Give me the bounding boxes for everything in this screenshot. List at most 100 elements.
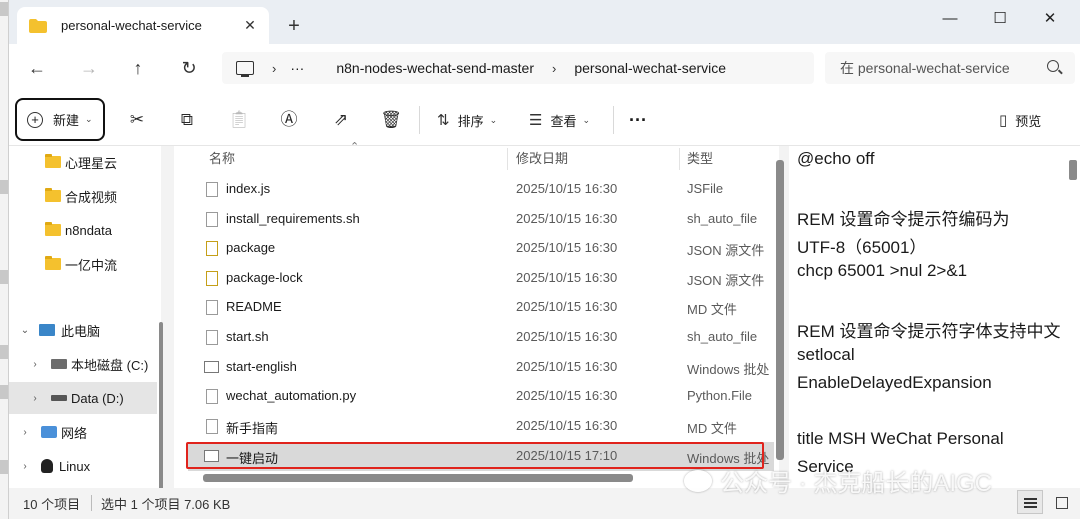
text-file-icon <box>206 419 218 434</box>
file-row[interactable]: package 2025/10/15 16:30 JSON 源文件 <box>188 234 774 263</box>
plus-icon: + <box>27 111 43 128</box>
tab-title: personal-wechat-service <box>61 18 202 33</box>
chevron-right-icon: › <box>272 60 277 76</box>
delete-icon[interactable]: 🗑︎ <box>379 108 403 132</box>
file-row[interactable]: index.js 2025/10/15 16:30 JSFile <box>188 175 774 204</box>
file-list-horizontal-scrollbar[interactable] <box>203 474 633 482</box>
file-type: sh_auto_file <box>687 329 758 344</box>
file-row[interactable]: 新手指南 2025/10/15 16:30 MD 文件 <box>188 412 774 441</box>
network-icon <box>41 426 57 438</box>
file-date: 2025/10/15 16:30 <box>516 329 618 344</box>
preview-line: UTF-8（65001） <box>797 238 927 257</box>
file-icon <box>206 212 218 227</box>
sidebar-item-folder[interactable]: 心理星云 <box>9 146 157 178</box>
drive-icon <box>51 395 67 401</box>
file-row[interactable]: wechat_automation.py 2025/10/15 16:30 Py… <box>188 382 774 411</box>
chevron-right-icon[interactable]: › <box>19 427 31 438</box>
preview-scrollbar[interactable] <box>1069 160 1077 180</box>
search-placeholder: 在 personal-wechat-service <box>840 60 1010 76</box>
folder-icon <box>45 256 61 270</box>
selection-info: 选中 1 个项目 7.06 KB <box>101 497 231 512</box>
breadcrumb-item[interactable]: n8n-nodes-wechat-send-master <box>336 60 534 76</box>
more-options-button[interactable]: ··· <box>629 109 647 131</box>
preview-label: 预览 <box>1015 113 1042 129</box>
file-row[interactable]: install_requirements.sh 2025/10/15 16:30… <box>188 205 774 234</box>
folder-icon <box>45 222 61 236</box>
column-divider[interactable] <box>679 148 680 170</box>
chevron-down-icon[interactable]: ⌄ <box>19 325 31 336</box>
file-row[interactable]: start.sh 2025/10/15 16:30 sh_auto_file <box>188 323 774 352</box>
file-date: 2025/10/15 16:30 <box>516 240 618 255</box>
file-list: 名称 ⌃ 修改日期 类型 index.js 2025/10/15 16:30 J… <box>174 141 779 488</box>
chevron-right-icon[interactable]: › <box>29 359 41 370</box>
breadcrumb-item[interactable]: personal-wechat-service <box>574 60 726 76</box>
column-divider[interactable] <box>507 148 508 170</box>
search-icon[interactable] <box>1047 60 1059 72</box>
view-icon: ☰ <box>529 112 543 129</box>
file-row[interactable]: start-english 2025/10/15 16:30 Windows 批… <box>188 353 774 382</box>
file-type: JSON 源文件 <box>687 243 765 258</box>
chevron-right-icon[interactable]: › <box>29 393 41 404</box>
file-icon <box>206 182 218 197</box>
column-header-type[interactable]: 类型 <box>687 146 713 172</box>
sidebar-item-folder[interactable]: 合成视频 <box>9 180 157 212</box>
sidebar-item-label: n8ndata <box>65 222 112 238</box>
file-type: MD 文件 <box>687 421 737 436</box>
folder-icon <box>45 154 61 168</box>
sidebar-item-this-pc[interactable]: ⌄ 此电脑 <box>9 314 157 346</box>
back-button[interactable]: ← <box>23 56 51 80</box>
json-icon <box>206 241 218 256</box>
highlight-annotation-box <box>186 442 764 469</box>
new-button[interactable]: + 新建 ⌄ <box>15 98 105 141</box>
command-bar: + 新建 ⌄ ✂ ⧉ 📋︎ Ⓐ ⇗ 🗑︎ ⇅ 排序 ⌄ ☰ 查看 ⌄ ··· ▯… <box>9 92 1080 146</box>
sidebar-scrollbar[interactable] <box>159 322 163 492</box>
forward-button[interactable]: → <box>75 56 103 80</box>
sort-button[interactable]: ⇅ 排序 ⌄ <box>437 109 497 131</box>
copy-icon[interactable]: ⧉ <box>175 108 199 132</box>
tab-personal-wechat-service[interactable]: personal-wechat-service ✕ <box>17 7 269 44</box>
sidebar-item-drive-c[interactable]: › 本地磁盘 (C:) <box>9 348 157 380</box>
close-window-button[interactable]: ✕ <box>1027 4 1073 34</box>
refresh-button[interactable]: ↻ <box>175 56 203 80</box>
file-name: start.sh <box>226 329 269 344</box>
file-row[interactable]: package-lock 2025/10/15 16:30 JSON 源文件 <box>188 264 774 293</box>
preview-pane-icon: ▯ <box>999 112 1008 129</box>
column-header-name[interactable]: 名称 <box>209 146 235 172</box>
file-type: JSFile <box>687 181 724 196</box>
sidebar-item-linux[interactable]: › Linux <box>9 450 157 482</box>
view-button[interactable]: ☰ 查看 ⌄ <box>529 109 590 131</box>
tab-close-icon[interactable]: ✕ <box>241 16 259 34</box>
cut-icon[interactable]: ✂ <box>125 108 149 132</box>
chevron-right-icon[interactable]: › <box>19 461 31 472</box>
paste-icon[interactable]: 📋︎ <box>227 108 251 132</box>
file-icon <box>206 389 218 404</box>
minimize-button[interactable]: — <box>927 4 973 34</box>
preview-pane-button[interactable]: ▯ 预览 <box>999 109 1041 131</box>
sidebar-item-folder[interactable]: n8ndata <box>9 214 157 246</box>
new-tab-button[interactable]: + <box>281 13 307 39</box>
details-view-button[interactable] <box>1017 490 1043 514</box>
search-input[interactable]: 在 personal-wechat-service <box>825 52 1075 84</box>
left-edge-artifact <box>0 460 8 474</box>
file-name: package-lock <box>226 270 303 285</box>
file-list-scrollbar[interactable] <box>776 160 784 460</box>
sidebar-item-folder[interactable]: 一亿中流 <box>9 248 157 280</box>
sidebar-item-drive-d[interactable]: › Data (D:) <box>9 382 157 414</box>
sidebar-item-network[interactable]: › 网络 <box>9 416 157 448</box>
up-button[interactable]: ↑ <box>124 56 152 80</box>
share-icon[interactable]: ⇗ <box>329 108 353 132</box>
rename-icon[interactable]: Ⓐ <box>277 108 301 132</box>
file-type: JSON 源文件 <box>687 273 765 288</box>
file-explorer-window: personal-wechat-service ✕ + — ☐ ✕ ← → ↑ … <box>8 0 1080 519</box>
watermark: 公众号 · 杰克船长的AIGC <box>684 463 992 498</box>
tiles-view-button[interactable] <box>1049 490 1075 514</box>
folder-icon <box>45 188 61 202</box>
breadcrumb-overflow[interactable]: ··· <box>290 60 304 76</box>
preview-pane: @echo off REM 设置命令提示符编码为 UTF-8（65001） ch… <box>789 146 1080 488</box>
address-bar[interactable]: › ··· n8n-nodes-wechat-send-master › per… <box>222 52 814 84</box>
maximize-button[interactable]: ☐ <box>977 4 1023 34</box>
file-row[interactable]: README 2025/10/15 16:30 MD 文件 <box>188 293 774 322</box>
details-view-icon <box>1024 498 1037 500</box>
column-header-date[interactable]: 修改日期 <box>516 146 568 172</box>
file-type: sh_auto_file <box>687 211 758 226</box>
